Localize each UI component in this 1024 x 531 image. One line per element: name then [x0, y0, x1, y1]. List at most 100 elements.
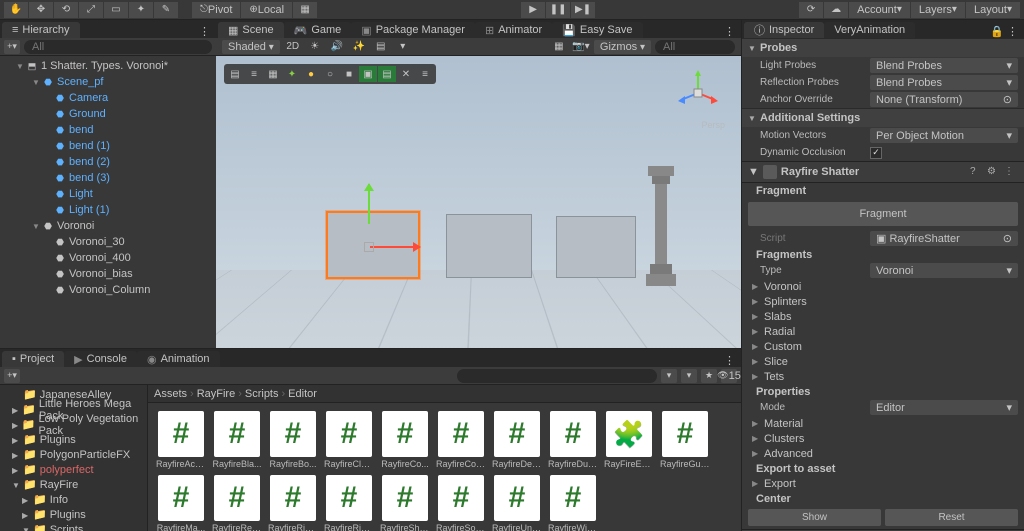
foldout-item[interactable]: ▶Advanced: [742, 446, 1024, 461]
anchor-override-field[interactable]: None (Transform)⊙: [870, 92, 1018, 107]
asset-item[interactable]: #RayfireCo...: [380, 411, 430, 469]
folder-item[interactable]: ▼📁Scripts: [0, 522, 147, 531]
fx-toggle-icon[interactable]: ✨: [350, 40, 368, 54]
tab-scene[interactable]: ▦ Scene: [218, 22, 284, 38]
help-icon[interactable]: ?: [970, 166, 984, 178]
scale-tool[interactable]: ⤢: [79, 2, 103, 18]
rect-tool[interactable]: ▭: [104, 2, 128, 18]
rayfire-shatter-component-header[interactable]: ▼ Rayfire Shatter ?⚙⋮: [742, 161, 1024, 183]
move-gizmo-center[interactable]: [364, 242, 374, 252]
hidden-packages-icon[interactable]: 👁 15: [721, 369, 737, 383]
type-dropdown[interactable]: Voronoi▾: [870, 263, 1018, 278]
collab-icon[interactable]: ⟳: [799, 2, 823, 18]
folder-item[interactable]: ▼📁RayFire: [0, 477, 147, 492]
folder-item[interactable]: ▶📁Plugins: [0, 507, 147, 522]
foldout-item[interactable]: ▶Slabs: [742, 309, 1024, 324]
scene-prefab[interactable]: ▼⬣Scene_pf: [0, 74, 216, 90]
hierarchy-item[interactable]: ⬣Light: [0, 186, 216, 202]
asset-item[interactable]: 🧩RayFireEdi...: [604, 411, 654, 469]
hierarchy-item[interactable]: ⬣Voronoi_30: [0, 234, 216, 250]
dynamic-occlusion-checkbox[interactable]: ✓: [870, 147, 882, 159]
tab-console[interactable]: ▶ Console: [64, 351, 137, 367]
export-foldout[interactable]: ▶Export: [742, 476, 1024, 491]
foldout-item[interactable]: ▶Clusters: [742, 431, 1024, 446]
scene-column[interactable]: [644, 166, 678, 288]
foldout-item[interactable]: ▶Splinters: [742, 294, 1024, 309]
layout-dropdown[interactable]: Layout ▾: [966, 2, 1020, 18]
snap-toggle[interactable]: ▦: [293, 2, 317, 18]
foldout-item[interactable]: ▶Slice: [742, 354, 1024, 369]
cloud-icon[interactable]: ☁: [824, 2, 848, 18]
foldout-item[interactable]: ▶Material: [742, 416, 1024, 431]
asset-item[interactable]: #RayfireMa...: [156, 475, 206, 531]
tab-project[interactable]: ▪ Project: [2, 351, 64, 367]
crumb-assets[interactable]: Assets: [154, 388, 187, 400]
tab-game[interactable]: 🎮 Game: [284, 22, 352, 38]
motion-vectors-dropdown[interactable]: Per Object Motion▾: [870, 128, 1018, 143]
move-gizmo-x-icon[interactable]: [370, 246, 420, 248]
overlay-tool-4[interactable]: ✦: [283, 66, 301, 82]
probes-header[interactable]: ▼Probes: [742, 38, 1024, 57]
overlay-tool-11[interactable]: ≡: [416, 66, 434, 82]
hierarchy-item[interactable]: ⬣Voronoi_bias: [0, 266, 216, 282]
additional-settings-header[interactable]: ▼Additional Settings: [742, 108, 1024, 127]
fragment-button[interactable]: Fragment: [748, 202, 1018, 226]
component-menu-icon[interactable]: ⋮: [1004, 166, 1018, 178]
hierarchy-create-dropdown[interactable]: +▾: [4, 40, 20, 54]
pivot-toggle[interactable]: ⎋ Pivot: [192, 2, 240, 18]
hierarchy-item[interactable]: ⬣bend: [0, 122, 216, 138]
mode-dropdown[interactable]: Editor▾: [870, 400, 1018, 415]
tab-veryanimation[interactable]: VeryAnimation: [824, 22, 915, 38]
asset-item[interactable]: #RayfireRigi...: [268, 475, 318, 531]
layers-dropdown[interactable]: Layers ▾: [911, 2, 965, 18]
pause-button[interactable]: ❚❚: [546, 2, 570, 18]
asset-item[interactable]: #RayfireClus...: [324, 411, 374, 469]
hierarchy-menu-icon[interactable]: ⋮: [193, 25, 216, 38]
overlay-tool-1[interactable]: ▤: [226, 66, 244, 82]
light-probes-dropdown[interactable]: Blend Probes▾: [870, 58, 1018, 73]
overlay-tool-8[interactable]: ▣: [359, 66, 377, 82]
inspector-menu-icon[interactable]: 🔒 ⋮: [984, 25, 1024, 38]
2d-toggle[interactable]: 2D: [284, 40, 302, 54]
hierarchy-search-input[interactable]: [24, 40, 212, 54]
reset-button[interactable]: Reset: [885, 509, 1018, 526]
tab-animator[interactable]: ⊞ Animator: [475, 22, 552, 38]
scene-root[interactable]: ▼⬒1 Shatter. Types. Voronoi*: [0, 58, 216, 74]
tab-package-manager[interactable]: ▣ Package Manager: [351, 22, 475, 38]
scene-cam-icon[interactable]: ▾: [394, 40, 412, 54]
transform-tool[interactable]: ✦: [129, 2, 153, 18]
grid-toggle-icon[interactable]: ▦: [550, 40, 568, 54]
hierarchy-item[interactable]: ⬣Ground: [0, 106, 216, 122]
hierarchy-item[interactable]: ⬣bend (2): [0, 154, 216, 170]
asset-item[interactable]: #RayfireDebr...: [492, 411, 542, 469]
tab-hierarchy[interactable]: ≡ Hierarchy: [2, 22, 80, 38]
asset-item[interactable]: #RayfireDus...: [548, 411, 598, 469]
search-by-label-icon[interactable]: ▾: [681, 369, 697, 383]
hierarchy-item[interactable]: ⬣bend (1): [0, 138, 216, 154]
overlay-tool-7[interactable]: ■: [340, 66, 358, 82]
preset-icon[interactable]: ⚙: [987, 166, 1001, 178]
scene-camera-icon[interactable]: 📷▾: [572, 40, 590, 54]
foldout-item[interactable]: ▶Custom: [742, 339, 1024, 354]
reflection-probes-dropdown[interactable]: Blend Probes▾: [870, 75, 1018, 90]
asset-item[interactable]: #RayfireUny...: [492, 475, 542, 531]
asset-item[interactable]: #RayfireRigi...: [324, 475, 374, 531]
folder-item[interactable]: ▶📁polyperfect: [0, 462, 147, 477]
asset-item[interactable]: #RayfireBo...: [268, 411, 318, 469]
folder-item[interactable]: ▶📁Low Poly Vegetation Pack: [0, 417, 147, 432]
overlay-tool-10[interactable]: ✕: [397, 66, 415, 82]
orientation-gizmo[interactable]: [673, 68, 723, 118]
overlay-tool-2[interactable]: ≡: [245, 66, 263, 82]
voronoi-group[interactable]: ▼⬣Voronoi: [0, 218, 216, 234]
overlay-tool-9[interactable]: ▤: [378, 66, 396, 82]
asset-item[interactable]: #RayfireBla...: [212, 411, 262, 469]
search-by-type-icon[interactable]: ▾: [661, 369, 677, 383]
hierarchy-item[interactable]: ⬣Camera: [0, 90, 216, 106]
asset-item[interactable]: #RayfireWin...: [548, 475, 598, 531]
asset-item[interactable]: #RayfireRec...: [212, 475, 262, 531]
overlay-tool-6[interactable]: ○: [321, 66, 339, 82]
audio-toggle-icon[interactable]: 🔊: [328, 40, 346, 54]
move-tool[interactable]: ✥: [29, 2, 53, 18]
custom-tool[interactable]: ✎: [154, 2, 178, 18]
rotate-tool[interactable]: ⟲: [54, 2, 78, 18]
